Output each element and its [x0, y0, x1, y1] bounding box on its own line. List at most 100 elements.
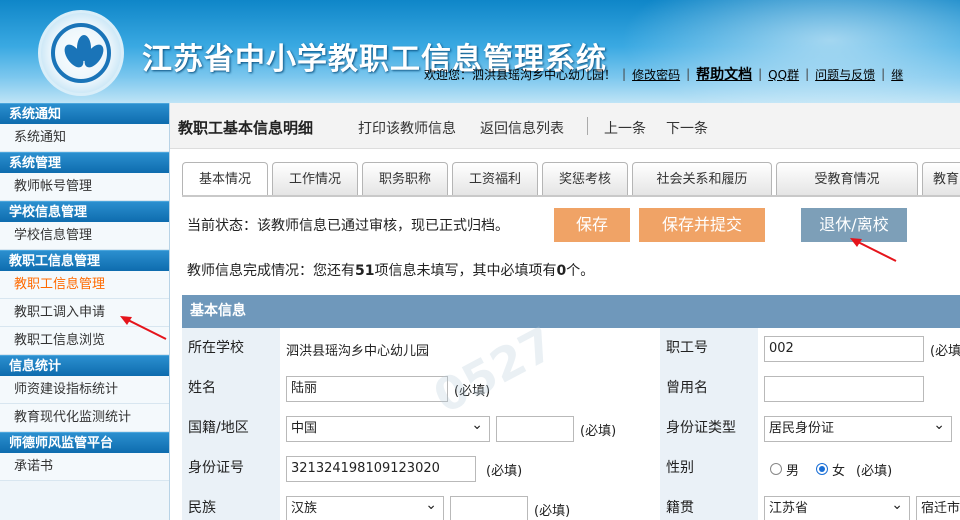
school-label: 所在学校	[182, 328, 280, 368]
feedback-link[interactable]: 问题与反馈	[815, 66, 875, 83]
gender-male-label: 男	[786, 464, 800, 479]
separator: |	[686, 67, 691, 81]
nationality-cell: 中国 (必填)	[280, 408, 660, 448]
sidebar-section-statistics[interactable]: 信息统计	[0, 355, 169, 376]
separator: |	[758, 67, 763, 81]
gender-female-radio[interactable]	[816, 463, 828, 475]
more-link[interactable]: 继	[891, 66, 903, 83]
form-row: 身份证号 321324198109123020 (必填) 性别 男 女 (必填)	[182, 448, 960, 488]
required-mark: (必填)	[580, 424, 617, 439]
tab-education[interactable]: 受教育情况	[776, 162, 918, 196]
print-teacher-link[interactable]: 打印该教师信息	[358, 118, 456, 138]
gender-male-radio[interactable]	[770, 463, 782, 475]
tab-work-info[interactable]: 工作情况	[272, 162, 358, 196]
ethnicity-select[interactable]: 汉族	[286, 496, 444, 520]
missing-count: 51	[355, 263, 375, 279]
red-arrow-icon	[120, 316, 167, 340]
system-logo-icon	[38, 10, 124, 96]
native-place-cell: 江苏省 宿迁市	[758, 488, 960, 520]
sidebar-section-ethics-platform[interactable]: 师德师风监管平台	[0, 432, 169, 453]
id-number-input[interactable]: 321324198109123020	[286, 456, 476, 482]
school-value: 泗洪县瑶沟乡中心幼儿园	[286, 344, 430, 359]
tab-awards-assessment[interactable]: 奖惩考核	[542, 162, 628, 196]
id-number-label: 身份证号	[182, 448, 280, 488]
staff-number-cell: 002 (必填	[758, 328, 960, 368]
tab-social-relations[interactable]: 社会关系和履历	[632, 162, 772, 196]
sidebar-item-pledge[interactable]: 承诺书	[0, 453, 169, 481]
completion-middle: 项信息未填写，其中必填项有	[374, 263, 557, 279]
gender-cell: 男 女 (必填)	[758, 448, 960, 488]
native-province-select[interactable]: 江苏省	[764, 496, 910, 520]
form-row: 民族 汉族 (必填) 籍贯 江苏省 宿迁市	[182, 488, 960, 520]
staff-number-input[interactable]: 002	[764, 336, 924, 362]
completion-suffix: 个。	[566, 263, 595, 279]
tab-position-title[interactable]: 职务职称	[362, 162, 448, 196]
name-cell: 陆丽 (必填)	[280, 368, 660, 408]
welcome-text: 欢迎您：泗洪县瑶沟乡中心幼儿园！	[424, 67, 617, 82]
former-name-cell	[758, 368, 960, 408]
form-row: 国籍/地区 中国 (必填) 身份证类型 居民身份证	[182, 408, 960, 448]
sidebar-item-school-info[interactable]: 学校信息管理	[0, 222, 169, 250]
name-input[interactable]: 陆丽	[286, 376, 448, 402]
sidebar-section-school-info[interactable]: 学校信息管理	[0, 201, 169, 222]
record-status-text: 当前状态：该教师信息已通过审核，现已正式归档。	[187, 218, 509, 234]
id-type-cell: 居民身份证	[758, 408, 960, 448]
required-mark: (必填	[930, 344, 960, 359]
native-place-label: 籍贯	[660, 488, 758, 520]
top-links-bar: 欢迎您：泗洪县瑶沟乡中心幼儿园！ | 修改密码 | 帮助文档 | QQ群 | 问…	[424, 64, 903, 84]
sidebar-item-teacher-accounts[interactable]: 教师帐号管理	[0, 173, 169, 201]
tab-more-education[interactable]: 教育	[922, 162, 960, 196]
id-type-label: 身份证类型	[660, 408, 758, 448]
basic-info-form: 基本信息 所在学校 泗洪县瑶沟乡中心幼儿园 职工号 002 (必填 姓名 陆丽 …	[182, 295, 960, 520]
separator: |	[805, 67, 810, 81]
save-button[interactable]: 保存	[554, 208, 630, 242]
required-mark: (必填)	[454, 384, 491, 399]
red-arrow-icon	[850, 238, 897, 262]
sidebar-item-system-notice[interactable]: 系统通知	[0, 124, 169, 152]
qq-group-link[interactable]: QQ群	[768, 66, 799, 83]
sidebar-section-staff-info[interactable]: 教职工信息管理	[0, 250, 169, 271]
tab-basic-info[interactable]: 基本情况	[182, 162, 268, 196]
save-submit-button[interactable]: 保存并提交	[639, 208, 765, 242]
main-content: 教职工基本信息明细 打印该教师信息 返回信息列表 上一条 下一条 基本情况 工作…	[170, 103, 960, 520]
sidebar-item-modernization-stats[interactable]: 教育现代化监测统计	[0, 404, 169, 432]
sidebar-item-teacher-stats[interactable]: 师资建设指标统计	[0, 376, 169, 404]
nationality-extra-input[interactable]	[496, 416, 574, 442]
completion-status: 教师信息完成情况：您还有51项信息未填写，其中必填项有0个。	[187, 260, 594, 280]
id-type-select[interactable]: 居民身份证	[764, 416, 952, 442]
former-name-input[interactable]	[764, 376, 924, 402]
tab-underline	[182, 195, 960, 197]
separator: |	[622, 67, 627, 81]
ethnicity-extra-input[interactable]	[450, 496, 528, 520]
section-header-basic-info: 基本信息	[182, 295, 960, 328]
id-number-cell: 321324198109123020 (必填)	[280, 448, 660, 488]
name-label: 姓名	[182, 368, 280, 408]
gender-female-label: 女	[832, 464, 846, 479]
completion-prefix: 教师信息完成情况：您还有	[187, 263, 355, 279]
staff-number-label: 职工号	[660, 328, 758, 368]
back-to-list-link[interactable]: 返回信息列表	[480, 118, 564, 138]
form-row: 所在学校 泗洪县瑶沟乡中心幼儿园 职工号 002 (必填	[182, 328, 960, 368]
header-glow	[620, 0, 960, 103]
separator: |	[881, 67, 886, 81]
next-record-link[interactable]: 下一条	[666, 118, 708, 138]
required-mark: (必填)	[486, 464, 523, 479]
nationality-select[interactable]: 中国	[286, 416, 490, 442]
ethnicity-cell: 汉族 (必填)	[280, 488, 660, 520]
toolbar-divider	[587, 117, 588, 135]
former-name-label: 曾用名	[660, 368, 758, 408]
sidebar-section-system-notice[interactable]: 系统通知	[0, 103, 169, 124]
prev-record-link[interactable]: 上一条	[604, 118, 646, 138]
gender-label: 性别	[660, 448, 758, 488]
help-docs-link[interactable]: 帮助文档	[696, 64, 752, 84]
change-password-link[interactable]: 修改密码	[632, 66, 680, 83]
tab-bar: 基本情况 工作情况 职务职称 工资福利 奖惩考核 社会关系和履历 受教育情况 教…	[182, 162, 960, 196]
native-city-select[interactable]: 宿迁市	[916, 496, 960, 520]
form-row: 姓名 陆丽 (必填) 曾用名	[182, 368, 960, 408]
nationality-label: 国籍/地区	[182, 408, 280, 448]
sidebar-section-system-admin[interactable]: 系统管理	[0, 152, 169, 173]
tab-salary-welfare[interactable]: 工资福利	[452, 162, 538, 196]
required-mark: (必填)	[856, 464, 893, 479]
required-missing-count: 0	[556, 263, 567, 279]
sidebar-item-staff-info[interactable]: 教职工信息管理	[0, 271, 169, 299]
